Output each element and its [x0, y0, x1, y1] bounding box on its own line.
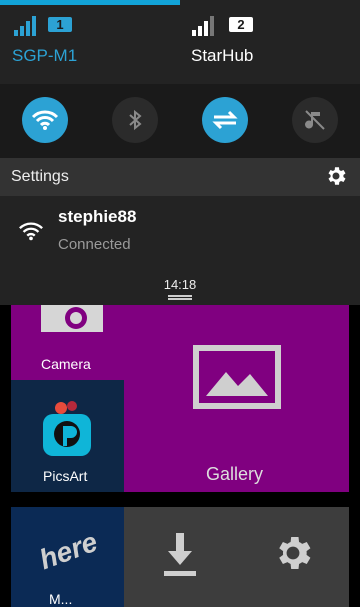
mute-icon [305, 110, 325, 130]
sim2-status[interactable]: 2 StarHub [180, 14, 360, 74]
tile-label-camera: Camera [41, 356, 91, 372]
sim1-active-indicator [0, 0, 180, 5]
clock: 14:18 [163, 277, 197, 292]
data-transfer-icon [212, 110, 238, 130]
signal-strength-icon [192, 16, 214, 36]
toggle-bluetooth[interactable] [112, 97, 158, 143]
quick-settings-toggles [0, 84, 360, 158]
notification-shade[interactable]: 1 SGP-M1 2 StarHub Settings stephie88 Co… [0, 0, 360, 305]
wifi-icon [31, 110, 59, 130]
tile-settings[interactable] [237, 507, 349, 607]
settings-label: Settings [11, 168, 69, 185]
gear-icon[interactable] [324, 164, 348, 188]
wifi-status: Connected [58, 236, 131, 253]
sim1-status[interactable]: 1 SGP-M1 [0, 14, 180, 74]
signal-strength-icon [14, 16, 36, 36]
sim2-carrier-name: StarHub [191, 46, 254, 65]
wifi-notification[interactable]: stephie88 Connected [0, 196, 360, 276]
shade-drag-handle[interactable] [168, 295, 192, 302]
toggle-wifi[interactable] [22, 97, 68, 143]
toggle-mobile-data[interactable] [202, 97, 248, 143]
tile-picsart[interactable]: PicsArt [11, 380, 124, 492]
gear-icon [279, 537, 311, 569]
tile-downloads[interactable] [124, 507, 237, 607]
wifi-ssid: stephie88 [58, 207, 137, 226]
settings-row[interactable]: Settings [0, 158, 360, 196]
wifi-icon [19, 222, 43, 241]
download-icon [164, 533, 196, 576]
tile-label-picsart: PicsArt [43, 468, 88, 484]
tile-here-maps[interactable]: here M... [11, 507, 124, 607]
sim1-carrier-name: SGP-M1 [12, 46, 78, 65]
image-icon [193, 345, 281, 409]
tile-gallery[interactable]: Gallery [124, 300, 349, 492]
bluetooth-icon [129, 109, 142, 131]
tile-label-here: M... [49, 591, 73, 607]
sim1-badge: 1 [48, 17, 72, 32]
picsart-icon [43, 401, 91, 456]
tile-label-gallery: Gallery [206, 464, 264, 484]
camera-icon [41, 300, 103, 332]
here-logo-icon: here [35, 525, 102, 576]
sim2-badge: 2 [229, 17, 253, 32]
tile-camera[interactable]: Camera [11, 300, 124, 380]
toggle-sound[interactable] [292, 97, 338, 143]
